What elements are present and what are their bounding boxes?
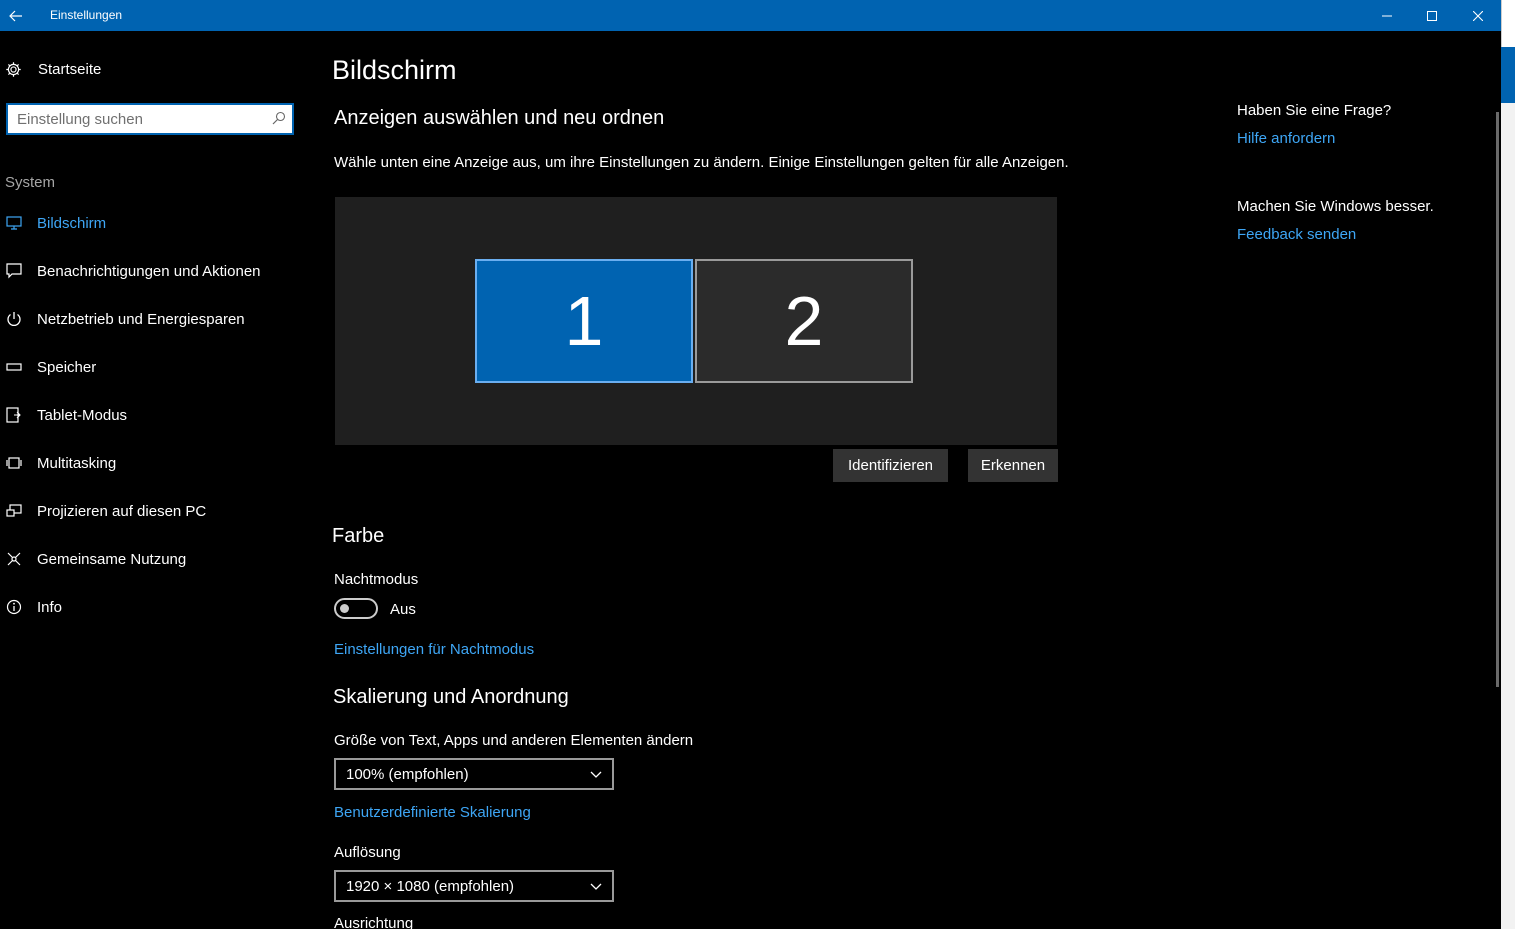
display-1[interactable]: 1 [475, 259, 693, 383]
home-nav-item[interactable]: Startseite [5, 61, 101, 78]
sidebar-nav: Bildschirm Benachrichtigungen und Aktion… [0, 199, 300, 631]
identify-button[interactable]: Identifizieren [833, 449, 948, 482]
custom-scale-link[interactable]: Benutzerdefinierte Skalierung [334, 804, 531, 821]
minimize-icon [1382, 15, 1392, 16]
resolution-value: 1920 × 1080 (empfohlen) [346, 877, 515, 895]
multitasking-icon [6, 455, 22, 471]
scrollbar[interactable] [1496, 112, 1499, 687]
scale-label: Größe von Text, Apps und anderen Element… [334, 732, 694, 749]
display-arrangement-area[interactable]: 1 2 [335, 197, 1057, 445]
info-icon [6, 599, 22, 615]
sidebar-item-label: Tablet-Modus [37, 406, 128, 424]
notification-icon [6, 263, 22, 279]
sidebar-item-label: Speicher [37, 358, 97, 376]
sidebar-item-gemeinsame-nutzung[interactable]: Gemeinsame Nutzung [0, 535, 300, 583]
close-button[interactable] [1455, 0, 1501, 31]
resolution-dropdown[interactable]: 1920 × 1080 (empfohlen) [334, 870, 614, 902]
search-box[interactable] [6, 103, 294, 135]
arrange-description: Wähle unten eine Anzeige aus, um ihre Ei… [334, 154, 1069, 171]
sidebar-item-label: Gemeinsame Nutzung [37, 550, 187, 568]
night-mode-label: Nachtmodus [334, 571, 419, 588]
background-scrollbar-thumb [1501, 47, 1515, 103]
send-feedback-link[interactable]: Feedback senden [1237, 226, 1356, 243]
sidebar-item-label: Bildschirm [37, 214, 107, 232]
scale-heading: Skalierung und Anordnung [333, 686, 569, 708]
night-mode-settings-link[interactable]: Einstellungen für Nachtmodus [334, 641, 534, 658]
color-heading: Farbe [332, 525, 385, 547]
sidebar-item-tablet-modus[interactable]: Tablet-Modus [0, 391, 300, 439]
chevron-down-icon [590, 883, 602, 890]
back-button[interactable] [0, 0, 31, 31]
section-label: System [5, 174, 56, 191]
sidebar-item-label: Info [37, 598, 63, 616]
display-2[interactable]: 2 [695, 259, 913, 383]
night-mode-state: Aus [390, 601, 416, 618]
sidebar-item-label: Netzbetrieb und Energiesparen [37, 310, 245, 328]
minimize-button[interactable] [1364, 0, 1410, 31]
gear-icon [6, 62, 21, 77]
sidebar: Startseite System Bildschirm Benachricht… [0, 31, 300, 929]
background-window-edge [1501, 0, 1515, 929]
sidebar-item-speicher[interactable]: Speicher [0, 343, 300, 391]
search-input[interactable] [8, 105, 258, 133]
maximize-button[interactable] [1409, 0, 1455, 31]
sidebar-item-label: Multitasking [37, 454, 117, 472]
sidebar-item-label: Projizieren auf diesen PC [37, 502, 207, 520]
detect-button[interactable]: Erkennen [968, 449, 1058, 482]
get-help-link[interactable]: Hilfe anfordern [1237, 130, 1335, 147]
share-icon [6, 551, 22, 567]
tablet-icon [6, 407, 22, 423]
scale-dropdown[interactable]: 100% (empfohlen) [334, 758, 614, 790]
maximize-icon [1427, 10, 1437, 21]
toggle-knob [340, 604, 349, 613]
sidebar-item-projizieren[interactable]: Projizieren auf diesen PC [0, 487, 300, 535]
chevron-down-icon [590, 771, 602, 778]
home-label: Startseite [38, 61, 102, 78]
sidebar-item-multitasking[interactable]: Multitasking [0, 439, 300, 487]
sidebar-item-benachrichtigungen[interactable]: Benachrichtigungen und Aktionen [0, 247, 300, 295]
sidebar-item-bildschirm[interactable]: Bildschirm [0, 199, 300, 247]
page-title: Bildschirm [332, 55, 457, 85]
window-title: Einstellungen [50, 8, 123, 22]
arrange-heading: Anzeigen auswählen und neu ordnen [334, 107, 665, 129]
resolution-label: Auflösung [334, 844, 401, 861]
close-icon [1473, 10, 1483, 21]
night-mode-toggle[interactable] [334, 598, 378, 619]
back-arrow-icon [8, 10, 22, 21]
title-bar: Einstellungen [0, 0, 1501, 31]
project-icon [6, 503, 22, 519]
sidebar-item-energie[interactable]: Netzbetrieb und Energiesparen [0, 295, 300, 343]
scale-value: 100% (empfohlen) [346, 765, 469, 783]
storage-icon [6, 359, 22, 375]
power-icon [6, 311, 22, 327]
orientation-label: Ausrichtung [334, 915, 414, 929]
sidebar-item-info[interactable]: Info [0, 583, 300, 631]
improve-windows-text: Machen Sie Windows besser. [1237, 198, 1434, 215]
monitor-icon [6, 215, 22, 231]
sidebar-item-label: Benachrichtigungen und Aktionen [37, 262, 261, 280]
help-question: Haben Sie eine Frage? [1237, 102, 1392, 119]
search-icon[interactable] [272, 111, 286, 130]
